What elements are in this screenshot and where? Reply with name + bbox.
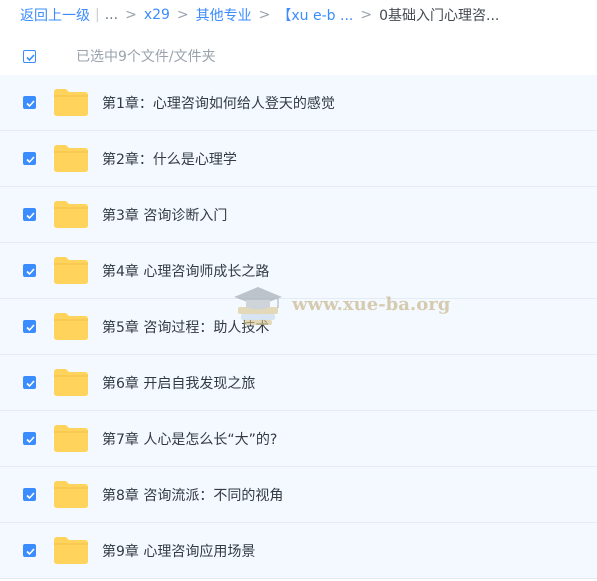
check-icon	[26, 436, 35, 444]
folder-icon	[54, 145, 88, 172]
file-name: 第5章 咨询过程：助人技术	[102, 319, 270, 336]
list-item[interactable]: 第9章 心理咨询应用场景	[0, 523, 597, 579]
row-checkbox[interactable]	[23, 544, 36, 557]
check-icon	[26, 53, 35, 61]
check-icon	[26, 380, 35, 388]
breadcrumb-divider: |	[95, 7, 100, 23]
breadcrumb-ellipsis[interactable]: ...	[105, 7, 118, 23]
select-all-checkbox[interactable]	[23, 49, 36, 63]
check-icon	[26, 100, 35, 108]
file-list: 第1章：心理咨询如何给人登天的感觉 第2章：什么是心理学 第3章 咨询诊断入门 …	[0, 75, 597, 579]
folder-icon	[54, 369, 88, 396]
breadcrumb-separator: >	[360, 7, 373, 23]
folder-icon	[54, 537, 88, 564]
list-item[interactable]: 第3章 咨询诊断入门	[0, 187, 597, 243]
list-item[interactable]: 第2章：什么是心理学	[0, 131, 597, 187]
breadcrumb-item-other[interactable]: 其他专业	[196, 5, 252, 25]
folder-icon	[54, 89, 88, 116]
row-checkbox[interactable]	[23, 432, 36, 445]
file-name: 第2章：什么是心理学	[102, 151, 237, 168]
row-checkbox[interactable]	[23, 96, 36, 109]
row-checkbox[interactable]	[23, 376, 36, 389]
file-name: 第6章 开启自我发现之旅	[102, 375, 256, 392]
row-checkbox[interactable]	[23, 488, 36, 501]
row-checkbox[interactable]	[23, 264, 36, 277]
folder-icon	[54, 201, 88, 228]
check-icon	[26, 492, 35, 500]
list-item[interactable]: 第8章 咨询流派：不同的视角	[0, 467, 597, 523]
breadcrumb-separator: >	[125, 7, 137, 23]
breadcrumb-separator: >	[176, 7, 189, 23]
check-icon	[26, 212, 35, 220]
selection-count: 已选中9个文件/文件夹	[76, 49, 216, 65]
list-item[interactable]: 第4章 心理咨询师成长之路	[0, 243, 597, 299]
breadcrumb: 返回上一级 | ... > x29 > 其他专业 > 【xu e-b ... >…	[0, 0, 597, 30]
check-icon	[26, 548, 35, 556]
breadcrumb-current: 0基础入门心理咨...	[379, 8, 500, 24]
file-name: 第3章 咨询诊断入门	[102, 207, 228, 224]
row-checkbox[interactable]	[23, 320, 36, 333]
file-name: 第8章 咨询流派：不同的视角	[102, 487, 284, 504]
folder-icon	[54, 313, 88, 340]
check-icon	[26, 268, 35, 276]
folder-icon	[54, 257, 88, 284]
list-item[interactable]: 第7章 人心是怎么长“大”的?	[0, 411, 597, 467]
row-checkbox[interactable]	[23, 152, 36, 165]
check-icon	[26, 324, 35, 332]
breadcrumb-item-xueba[interactable]: 【xu e-b ...	[277, 5, 353, 25]
selection-header: 已选中9个文件/文件夹	[0, 38, 597, 74]
file-name: 第7章 人心是怎么长“大”的?	[102, 431, 278, 448]
folder-icon	[54, 425, 88, 452]
back-link[interactable]: 返回上一级	[20, 5, 90, 25]
breadcrumb-item-x29[interactable]: x29	[144, 7, 170, 23]
check-icon	[26, 156, 35, 164]
file-name: 第1章：心理咨询如何给人登天的感觉	[102, 95, 335, 112]
folder-icon	[54, 481, 88, 508]
list-item[interactable]: 第1章：心理咨询如何给人登天的感觉	[0, 75, 597, 131]
file-name: 第4章 心理咨询师成长之路	[102, 263, 270, 280]
row-checkbox[interactable]	[23, 208, 36, 221]
breadcrumb-separator: >	[258, 7, 271, 23]
list-item[interactable]: 第5章 咨询过程：助人技术	[0, 299, 597, 355]
file-name: 第9章 心理咨询应用场景	[102, 543, 256, 560]
list-item[interactable]: 第6章 开启自我发现之旅	[0, 355, 597, 411]
